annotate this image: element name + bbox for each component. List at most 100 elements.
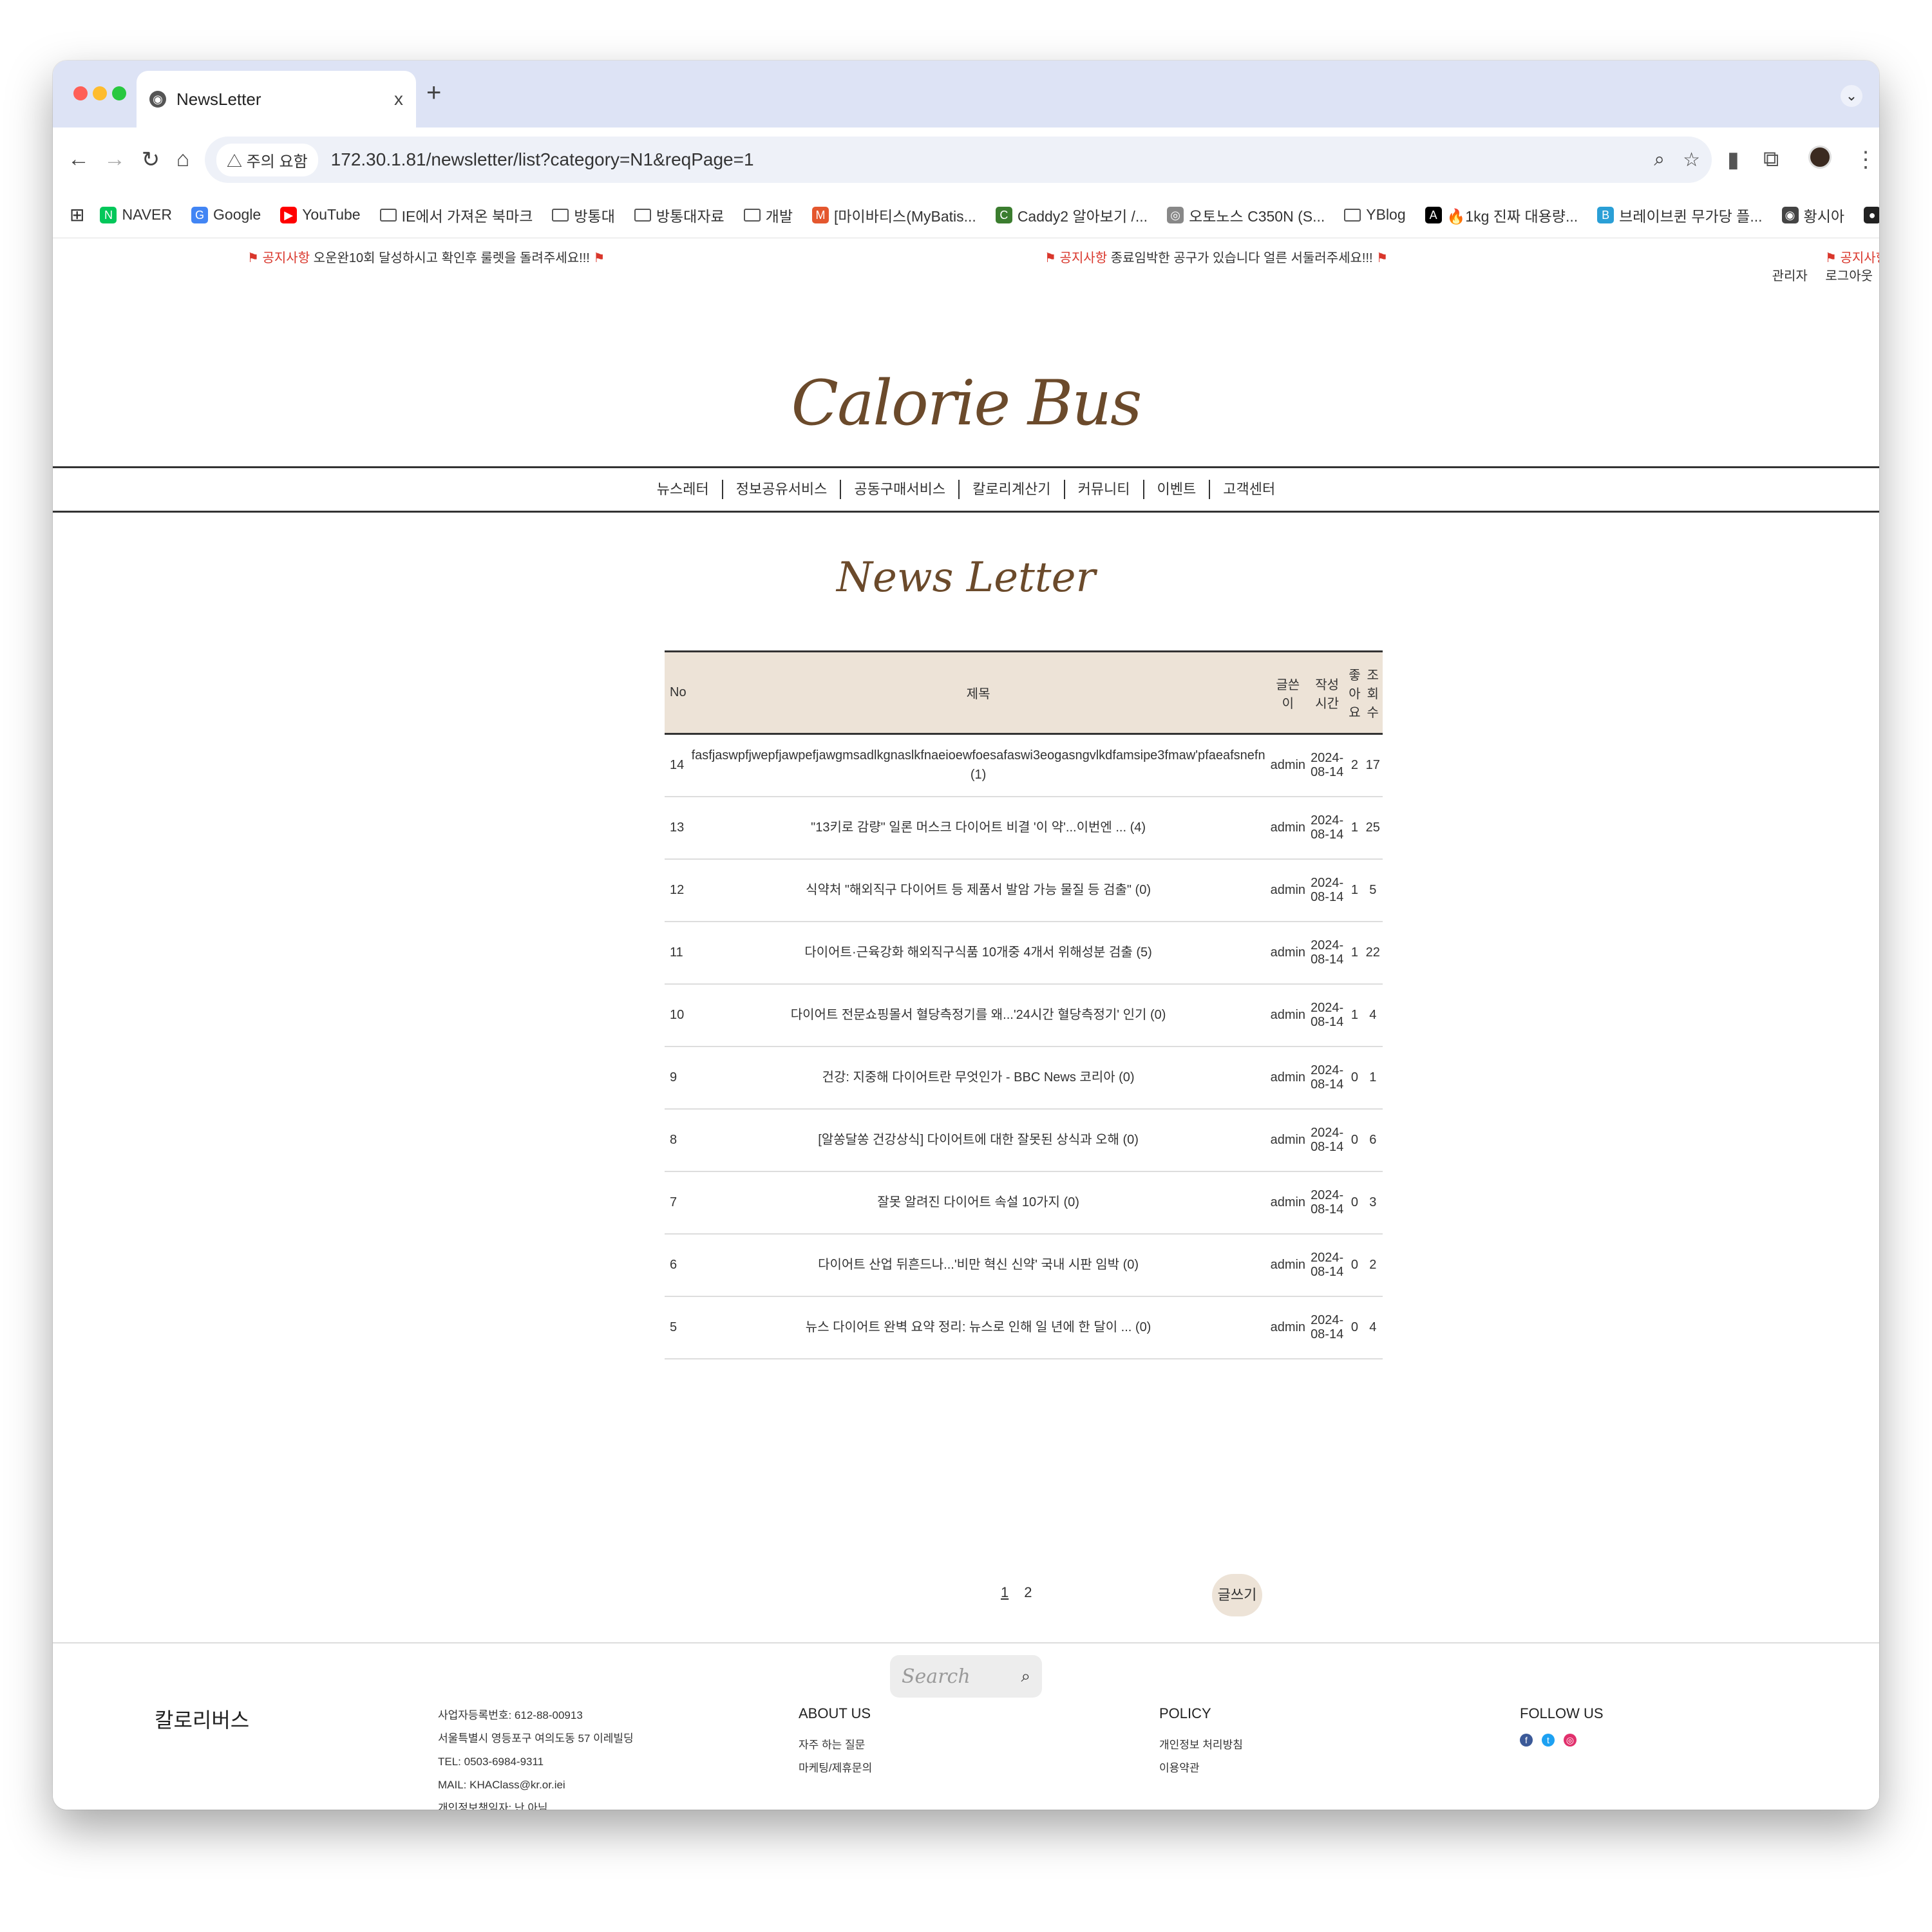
footer-follow: FOLLOW US f t ◎ <box>1520 1705 1604 1747</box>
row-writer: admin <box>1267 858 1309 922</box>
a-icon: A <box>1425 206 1442 223</box>
table-row[interactable]: 7 잘못 알려진 다이어트 속설 10가지 (0) admin 2024-08-14 0… <box>665 1171 1383 1235</box>
admin-link[interactable]: 관리자 <box>1772 269 1808 283</box>
company-info: 사업자등록번호: 612-88-00913 서울특별시 영등포구 여의도동 57 … <box>438 1704 634 1810</box>
nav-item[interactable]: 정보공유서비스 <box>723 480 842 499</box>
bookmark-item[interactable]: B 브레이브퀸 무가당 플... <box>1597 204 1763 226</box>
table-row[interactable]: 5 뉴스 다이어트 완벽 요약 정리: 뉴스로 인해 일 년에 한 달이 ... … <box>665 1296 1383 1359</box>
table-row[interactable]: 8 [알쏭달쏭 건강상식] 다이어트에 대한 잘못된 상식과 오해 (0) admi… <box>665 1108 1383 1172</box>
row-subject-link[interactable]: 뉴스 다이어트 완벽 요약 정리: 뉴스로 인해 일 년에 한 달이 ... (… <box>688 1296 1268 1359</box>
instagram-icon[interactable]: ◎ <box>1564 1734 1577 1747</box>
follow-title: FOLLOW US <box>1520 1705 1604 1721</box>
footer-link[interactable]: 마케팅/제휴문의 <box>799 1757 872 1780</box>
logout-link[interactable]: 로그아웃 <box>1825 269 1873 283</box>
nav-item[interactable]: 공동구매서비스 <box>841 480 960 499</box>
profile-avatar[interactable] <box>1808 146 1832 169</box>
close-window-button[interactable] <box>73 86 88 100</box>
back-icon[interactable]: ← <box>66 147 91 172</box>
write-button[interactable]: 글쓰기 <box>1212 1574 1262 1616</box>
bookmark-item[interactable]: G Google <box>191 206 261 223</box>
notice-banner-2: ⚑ 공지사항 종료임박한 공구가 있습니다 얼른 서둘러주세요!!! ⚑ <box>1045 247 1388 266</box>
table-row[interactable]: 9 건강: 지중해 다이어트란 무엇인가 - BBC News 코리아 (0) ad… <box>665 1046 1383 1110</box>
reading-list-icon[interactable]: ▮ <box>1727 147 1739 173</box>
bookmark-label: 방통대자료 <box>656 207 724 225</box>
extensions-icon[interactable]: ⧉ <box>1763 147 1779 172</box>
footer-link[interactable]: 이용약관 <box>1159 1757 1243 1780</box>
row-no: 5 <box>665 1296 689 1359</box>
home-icon[interactable]: ⌂ <box>170 147 196 172</box>
nav-item[interactable]: 뉴스레터 <box>644 480 723 499</box>
row-no: 6 <box>665 1233 689 1297</box>
notice-banner-1: ⚑ 공지사항 오운완10회 달성하시고 확인후 룰렛을 돌려주세요!!! ⚑ <box>247 247 605 266</box>
bookmark-item[interactable]: YBlog <box>1344 206 1406 223</box>
page-link[interactable]: 2 <box>1024 1584 1032 1600</box>
bookmark-label: NAVER <box>122 206 173 223</box>
table-row[interactable]: 10 다이어트 전문쇼핑몰서 혈당측정기를 왜...'24시간 혈당측정기' 인기… <box>665 983 1383 1047</box>
table-row[interactable]: 14 fasfjaswpfjwepfjawpefjawgmsadlkgnaslkf… <box>665 734 1383 797</box>
browser-tab[interactable]: ◉ NewsLetter x <box>137 71 416 128</box>
web-page: ⚑ 공지사항 오운완10회 달성하시고 확인후 룰렛을 돌려주세요!!! ⚑ ⚑… <box>53 238 1879 1810</box>
row-subject-link[interactable]: 다이어트 산업 뒤흔드나...'비만 혁신 신약' 국내 시판 임박 (0) <box>688 1233 1268 1297</box>
apps-icon[interactable]: ⊞ <box>70 204 84 225</box>
nav-item[interactable]: 고객센터 <box>1210 480 1288 499</box>
bookmark-item[interactable]: ◉ 황시아 <box>1781 204 1844 226</box>
bookmark-label: 개발 <box>765 207 793 225</box>
row-views: 5 <box>1363 858 1383 922</box>
row-subject-link[interactable]: 잘못 알려진 다이어트 속설 10가지 (0) <box>688 1171 1268 1235</box>
footer-link[interactable]: 자주 하는 질문 <box>799 1734 872 1757</box>
bookmark-item[interactable]: M [마이바티스(MyBatis... <box>812 204 976 226</box>
search-input[interactable]: Search <box>902 1665 1021 1688</box>
row-subject-link[interactable]: 건강: 지중해 다이어트란 무엇인가 - BBC News 코리아 (0) <box>688 1046 1268 1110</box>
new-tab-button[interactable]: + <box>426 79 441 108</box>
table-row[interactable]: 12 식약처 "해외직구 다이어트 등 제품서 발암 가능 물질 등 검출" (0… <box>665 858 1383 922</box>
row-likes: 0 <box>1346 1233 1363 1297</box>
zoom-icon[interactable]: ⌕ <box>1654 149 1665 171</box>
bookmark-item[interactable]: A 🔥1kg 진짜 대용량... <box>1425 204 1578 226</box>
row-subject-link[interactable]: fasfjaswpfjwepfjawpefjawgmsadlkgnaslkfna… <box>688 734 1268 797</box>
bookmark-item[interactable]: ●miro7923/soil: Toy... <box>1864 206 1879 223</box>
menu-icon[interactable]: ⋮ <box>1855 147 1877 173</box>
bookmark-item[interactable]: ▶ YouTube <box>280 206 361 223</box>
tab-search-icon[interactable]: ⌄ <box>1841 85 1862 107</box>
bookmark-label: Caddy2 알아보기 /... <box>1017 207 1148 225</box>
bookmark-star-icon[interactable]: ☆ <box>1683 149 1700 171</box>
row-subject-link[interactable]: 다이어트·근육강화 해외직구식품 10개중 4개서 위해성분 검출 (5) <box>688 921 1268 985</box>
footer-link[interactable]: 개인정보 처리방침 <box>1159 1734 1243 1757</box>
bookmark-item[interactable]: 개발 <box>743 204 793 226</box>
row-subject-link[interactable]: "13키로 감량" 일론 머스크 다이어트 비결 '이 약'...이번엔 ...… <box>688 796 1268 860</box>
search-icon[interactable]: ⌕ <box>1021 1666 1030 1687</box>
url-text[interactable]: 172.30.1.81/newsletter/list?category=N1&… <box>331 149 1636 170</box>
search-box[interactable]: Search ⌕ <box>890 1655 1042 1698</box>
row-no: 7 <box>665 1171 689 1235</box>
bookmark-item[interactable]: 방통대 <box>552 204 615 226</box>
table-row[interactable]: 13 "13키로 감량" 일론 머스크 다이어트 비결 '이 약'...이번엔 .… <box>665 796 1383 860</box>
forward-icon[interactable]: → <box>102 147 128 172</box>
security-warning-chip[interactable]: △ 주의 요함 <box>216 143 318 176</box>
notice-tag: 공지사항 <box>1059 251 1108 265</box>
row-subject-link[interactable]: 식약처 "해외직구 다이어트 등 제품서 발암 가능 물질 등 검출" (0) <box>688 858 1268 922</box>
nav-item[interactable]: 이벤트 <box>1144 480 1211 499</box>
bookmark-item[interactable]: C Caddy2 알아보기 /... <box>995 204 1148 226</box>
bookmark-item[interactable]: 방통대자료 <box>634 204 724 226</box>
bookmark-item[interactable]: N NAVER <box>100 206 172 223</box>
row-writer: admin <box>1267 1171 1309 1235</box>
row-subject-link[interactable]: 다이어트 전문쇼핑몰서 혈당측정기를 왜...'24시간 혈당측정기' 인기 (… <box>688 983 1268 1047</box>
facebook-icon[interactable]: f <box>1520 1734 1533 1747</box>
address-bar[interactable]: △ 주의 요함 172.30.1.81/newsletter/list?cate… <box>205 137 1712 183</box>
minimize-window-button[interactable] <box>93 86 107 100</box>
table-row[interactable]: 11 다이어트·근육강화 해외직구식품 10개중 4개서 위해성분 검출 (5) a… <box>665 921 1383 985</box>
nav-item[interactable]: 칼로리계산기 <box>960 480 1065 499</box>
nav-item[interactable]: 커뮤니티 <box>1065 480 1144 499</box>
row-subject-link[interactable]: [알쏭달쏭 건강상식] 다이어트에 대한 잘못된 상식과 오해 (0) <box>688 1108 1268 1172</box>
naver-icon: N <box>100 206 117 223</box>
globe-icon: ◉ <box>1781 206 1799 223</box>
tab-close-icon[interactable]: x <box>394 89 403 109</box>
bookmark-item[interactable]: IE에서 가져온 북마크 <box>379 204 533 226</box>
maximize-window-button[interactable] <box>112 86 126 100</box>
table-row[interactable]: 6 다이어트 산업 뒤흔드나...'비만 혁신 신약' 국내 시판 임박 (0) a… <box>665 1233 1383 1297</box>
reload-icon[interactable]: ↻ <box>138 147 164 173</box>
page-link[interactable]: 1 <box>1001 1584 1009 1600</box>
site-logo[interactable]: Calorie Bus <box>53 367 1879 439</box>
bookmark-item[interactable]: ◎ 오토노스 C350N (S... <box>1167 204 1325 226</box>
twitter-icon[interactable]: t <box>1542 1734 1555 1747</box>
